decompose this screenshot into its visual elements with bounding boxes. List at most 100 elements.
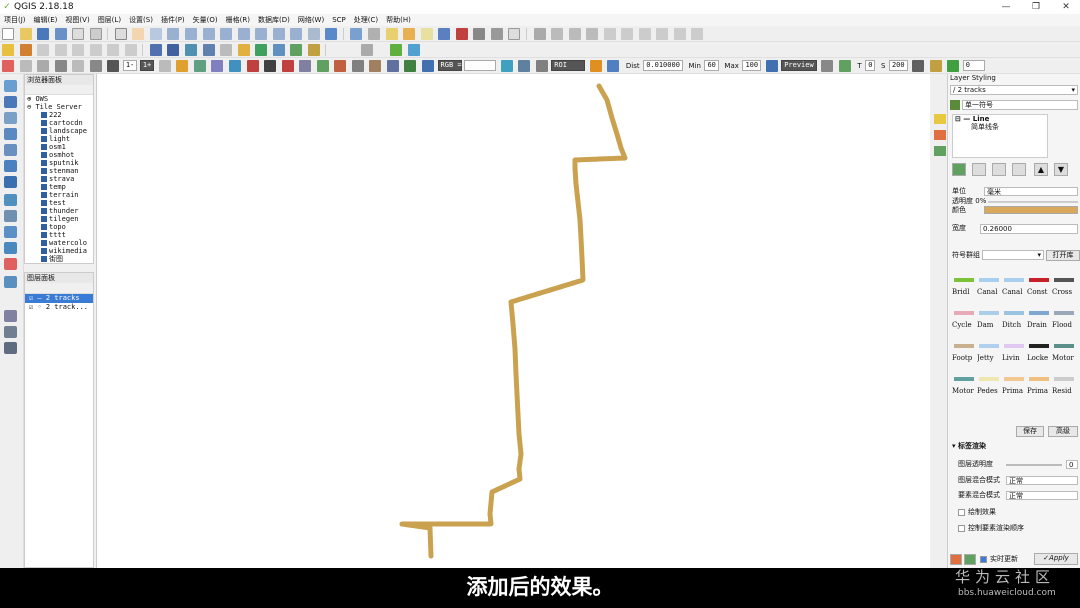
browser-item[interactable]: 222	[27, 111, 93, 119]
add-mssql-layer-icon[interactable]	[4, 144, 17, 156]
symbol-preset[interactable]: Flood	[1052, 307, 1076, 337]
style-tab-icon[interactable]	[934, 114, 946, 124]
add-feature-icon[interactable]	[568, 28, 581, 40]
scp-rgb-icon[interactable]	[404, 60, 417, 72]
advanced-button[interactable]: 高级	[1048, 426, 1078, 437]
new-memory-layer-icon[interactable]	[290, 44, 303, 56]
symbol-preset[interactable]: Pedes	[977, 373, 1001, 403]
scp-tool-icon[interactable]	[19, 60, 32, 72]
scp-roi-show-icon[interactable]	[518, 60, 531, 72]
symbol-preset[interactable]: Ditch	[1002, 307, 1026, 337]
toggle-editing-icon[interactable]	[551, 28, 564, 40]
menu-processing[interactable]: 处理(C)	[350, 14, 382, 26]
scp-flag-icon[interactable]	[281, 60, 294, 72]
browser-item[interactable]: strava	[27, 175, 93, 183]
scp-input-icon[interactable]	[72, 60, 85, 72]
scp-preview-opacity-icon[interactable]	[929, 60, 942, 72]
add-mssql-icon[interactable]	[72, 44, 85, 56]
cut-features-icon[interactable]	[621, 28, 634, 40]
layer-opacity-input[interactable]: 0	[1066, 460, 1078, 469]
browser-item[interactable]: tttt	[27, 231, 93, 239]
add-symbol-layer-icon[interactable]	[952, 163, 966, 176]
paste-features-icon[interactable]	[656, 28, 669, 40]
add-oracle-icon[interactable]	[89, 44, 102, 56]
scp-roi-region-icon[interactable]	[607, 60, 620, 72]
layer-checkbox[interactable]: ☑ ◦	[29, 303, 46, 311]
symbol-group-select[interactable]: ▾	[982, 250, 1044, 260]
apply-button[interactable]: ✓Apply	[1034, 553, 1078, 565]
scp-color-icon[interactable]	[176, 60, 189, 72]
browser-item[interactable]: ⊕ OWS	[27, 95, 93, 103]
select-pan-icon[interactable]	[114, 28, 127, 40]
undo-icon[interactable]	[673, 28, 686, 40]
browser-item[interactable]: landscape	[27, 127, 93, 135]
open-project-icon[interactable]	[19, 28, 32, 40]
symbol-preset[interactable]: Canal	[977, 274, 1001, 304]
menu-settings[interactable]: 设置(S)	[125, 14, 157, 26]
move-up-icon[interactable]: ▲	[1034, 163, 1048, 176]
browser-item[interactable]: tilegen	[27, 215, 93, 223]
scp-preview-show-icon[interactable]	[821, 60, 834, 72]
symbol-tree-simple-line[interactable]: 简单线条	[953, 123, 1047, 131]
symbol-preset[interactable]: Canal	[1002, 274, 1026, 304]
delete-selected-icon[interactable]	[603, 28, 616, 40]
save-project-icon[interactable]	[37, 28, 50, 40]
add-arcgis-layer-icon[interactable]	[4, 258, 17, 270]
node-tool-icon[interactable]	[586, 28, 599, 40]
scp-preview-zoom-icon[interactable]	[765, 60, 778, 72]
add-gpx-icon[interactable]	[4, 276, 17, 288]
t-input[interactable]: 0	[865, 60, 876, 71]
minimize-button[interactable]: —	[992, 0, 1020, 14]
min-input[interactable]: 60	[704, 60, 719, 71]
pan-hand-icon[interactable]	[132, 28, 145, 40]
browser-item[interactable]: stenman	[27, 167, 93, 175]
live-update-checkbox[interactable]	[980, 556, 987, 563]
symbol-preset[interactable]: Cross	[1052, 274, 1076, 304]
last-value-input[interactable]: 0	[962, 60, 985, 71]
symbol-preset[interactable]: Dam	[977, 307, 1001, 337]
open-library-button[interactable]: 打开库	[1046, 250, 1080, 261]
add-vector-layer-icon[interactable]	[2, 44, 14, 56]
scp-run-icon[interactable]	[264, 60, 277, 72]
zoom-last-icon[interactable]	[272, 28, 285, 40]
max-input[interactable]: 100	[742, 60, 762, 71]
preview-combo[interactable]: Preview	[781, 60, 817, 71]
opacity-slider[interactable]	[988, 201, 1078, 203]
print-composer-icon[interactable]	[72, 28, 85, 40]
browser-item[interactable]: ⊖ Tile Server	[27, 103, 93, 111]
scp-download-icon[interactable]	[246, 60, 259, 72]
browser-item[interactable]: test	[27, 199, 93, 207]
scp-roi-zoom-icon[interactable]	[500, 60, 513, 72]
map-canvas[interactable]	[96, 74, 930, 568]
close-button[interactable]: ✕	[1052, 0, 1080, 14]
renderer-select[interactable]: 单一符号	[962, 100, 1078, 110]
scp-clip-icon[interactable]	[369, 60, 382, 72]
add-postgis-icon[interactable]	[37, 44, 50, 56]
add-wcs-icon[interactable]	[167, 44, 180, 56]
quickmap-plugin-icon[interactable]	[408, 44, 421, 56]
add-spatialite-layer-icon[interactable]	[4, 128, 17, 140]
new-shapefile-icon[interactable]	[237, 44, 250, 56]
scp-settings-icon[interactable]	[386, 60, 399, 72]
labels-tab-icon[interactable]	[934, 130, 946, 140]
browser-item[interactable]: thunder	[27, 207, 93, 215]
browser-item[interactable]: osm1	[27, 143, 93, 151]
add-vector-icon[interactable]	[4, 80, 17, 92]
scp-roi-icon[interactable]	[89, 60, 102, 72]
plugin-tool-icon[interactable]	[360, 44, 373, 56]
add-raster-layer-icon[interactable]	[19, 44, 32, 56]
zoom-out-icon[interactable]	[185, 28, 198, 40]
scp-mosaic-icon[interactable]	[351, 60, 364, 72]
add-spatialite-icon[interactable]	[54, 44, 67, 56]
history-tab-icon[interactable]	[934, 146, 946, 156]
symbol-preset[interactable]: Prima	[1002, 373, 1026, 403]
new-spatialite-layer-icon[interactable]	[272, 44, 285, 56]
browser-item[interactable]: cartocdn	[27, 119, 93, 127]
browser-item[interactable]: wikimedia	[27, 247, 93, 255]
menu-web[interactable]: 网络(W)	[294, 14, 328, 26]
gps-tools-icon[interactable]	[4, 310, 17, 322]
browser-item[interactable]: 黑白	[27, 263, 93, 264]
add-delimited-text-icon[interactable]	[4, 210, 17, 222]
browser-item[interactable]: sputnik	[27, 159, 93, 167]
add-wfs-icon[interactable]	[185, 44, 198, 56]
